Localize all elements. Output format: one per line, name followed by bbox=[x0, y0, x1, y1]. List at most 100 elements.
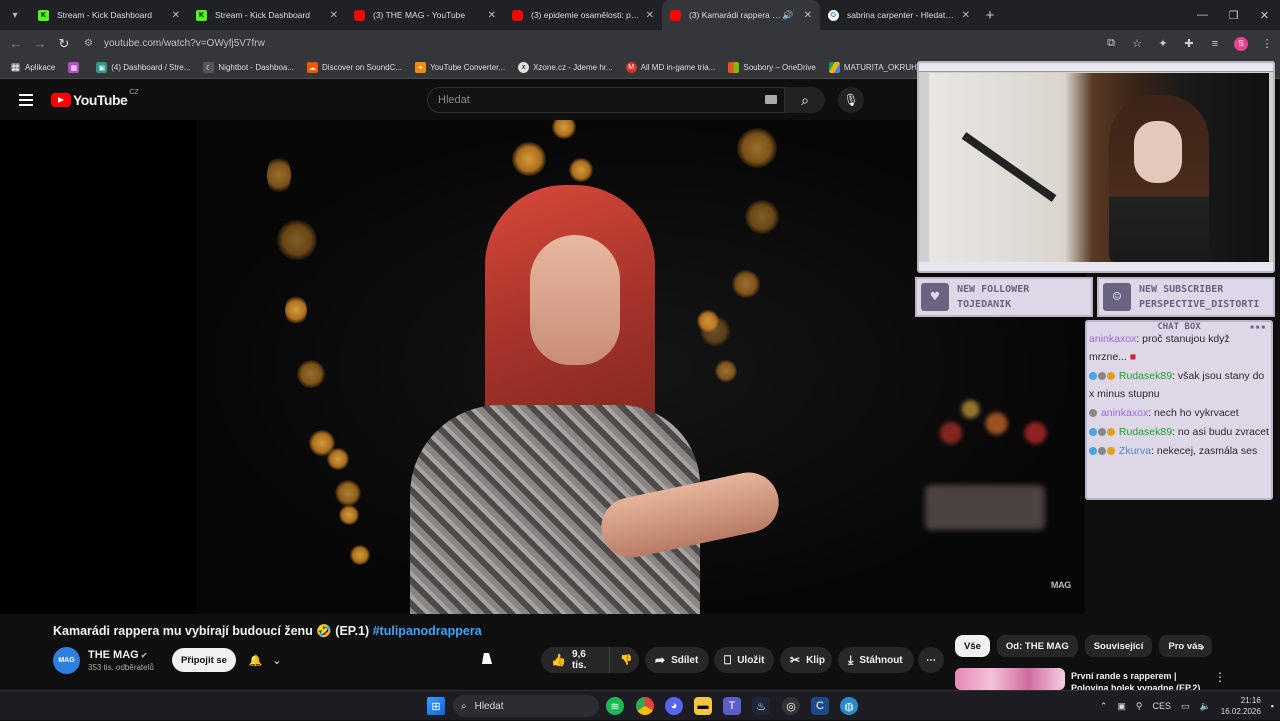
network-icon[interactable]: ▭ bbox=[1181, 701, 1190, 712]
close-icon[interactable]: ✕ bbox=[172, 10, 180, 21]
bookmark-all-md[interactable]: M All MD in-game tria... bbox=[625, 62, 715, 73]
bookmark-apps[interactable]: ▦ Aplikace bbox=[10, 62, 55, 73]
tab-kamaradi-rappera[interactable]: (3) Kamarádi rappera mu vy 🔊 ✕ bbox=[662, 0, 820, 30]
tab-kick-dashboard-2[interactable]: K Stream - Kick Dashboard ✕ bbox=[188, 0, 346, 30]
minimize-icon[interactable]: — bbox=[1187, 0, 1218, 30]
bookmark-maturita[interactable]: MATURITA_OKRUH... bbox=[828, 62, 924, 73]
bookmark-star-icon[interactable]: ☆ bbox=[1124, 37, 1150, 50]
tab-search-chevron-icon[interactable]: ▾ bbox=[0, 0, 30, 30]
chip-related[interactable]: Související bbox=[1084, 635, 1153, 657]
teams-icon[interactable]: T bbox=[723, 697, 741, 715]
windows-start-icon[interactable]: ⊞ bbox=[427, 697, 445, 715]
hashtag-link[interactable]: #tulipanodrappera bbox=[373, 624, 482, 638]
system-clock[interactable]: 21:16 16.02.2026 bbox=[1221, 695, 1261, 717]
maximize-icon[interactable]: ❐ bbox=[1218, 0, 1249, 30]
notification-icon[interactable]: ▪ bbox=[1271, 701, 1274, 711]
subscriber-count: 353 tis. odběratelů bbox=[88, 663, 154, 672]
bookmark-apps-grid[interactable]: ▦ bbox=[68, 62, 83, 73]
notification-bell-button[interactable]: 🔔 ⌄ bbox=[240, 648, 290, 672]
recommended-video[interactable]: První rande s rapperem | Polovina holek … bbox=[955, 668, 1235, 693]
obs-icon[interactable]: ◎ bbox=[782, 697, 800, 715]
channel-info[interactable]: MAG THE MAG ✔ 353 tis. odběratelů bbox=[53, 647, 154, 674]
mask-emote-icon: ■ bbox=[1129, 351, 1137, 363]
close-icon[interactable]: ✕ bbox=[962, 10, 970, 21]
bookmark-dashboard[interactable]: ▣ (4) Dashboard / Stre... bbox=[96, 62, 190, 73]
recommended-thumbnail[interactable] bbox=[955, 668, 1065, 690]
chat-message: Rudasek89: však jsou stany do x minus st… bbox=[1089, 367, 1269, 403]
chevron-right-icon[interactable]: › bbox=[1200, 638, 1205, 654]
like-button[interactable]: 👍 9,6 tis. bbox=[541, 647, 609, 673]
dislike-button[interactable]: 👎 bbox=[609, 647, 639, 673]
steam-icon[interactable]: ♨ bbox=[752, 697, 770, 715]
more-actions-button[interactable]: ⋯ bbox=[918, 647, 944, 673]
profile-avatar[interactable]: S bbox=[1234, 36, 1248, 51]
youtube-header: YouTube CZ Hledat ⌕ 🎙 bbox=[0, 80, 915, 120]
channel-avatar[interactable]: MAG bbox=[53, 647, 80, 674]
ccleaner-icon[interactable]: C bbox=[811, 697, 829, 715]
bookmark-nightbot[interactable]: ☾ Nightbot - Dashboa... bbox=[203, 62, 294, 73]
volume-icon[interactable]: 🔈 bbox=[1200, 701, 1211, 712]
chip-all[interactable]: Vše bbox=[955, 635, 990, 657]
youtube-logo[interactable]: YouTube CZ bbox=[51, 89, 139, 108]
file-explorer-icon[interactable]: ▬ bbox=[694, 697, 712, 715]
drive-icon bbox=[828, 62, 840, 73]
site-settings-icon[interactable]: ⚙ bbox=[84, 38, 104, 49]
logo-wordmark: YouTube bbox=[73, 92, 128, 108]
clip-button[interactable]: ✂ Klip bbox=[780, 647, 832, 673]
chip-from-the-mag[interactable]: Od: THE MAG bbox=[996, 635, 1078, 657]
location-icon[interactable]: ⚲ bbox=[1136, 701, 1143, 712]
tab-epidemie-osamelosti[interactable]: (3) epidemie osamělosti: proč s ✕ bbox=[504, 0, 662, 30]
omnibox[interactable]: ⚙ youtube.com/watch?v=OWyfj5V7frw bbox=[84, 33, 1084, 54]
alert-username: PERSPECTIVE_DISTORTI bbox=[1139, 299, 1260, 310]
tab-sabrina-carpenter-google[interactable]: G sabrina carpenter - Hledat Goo ✕ bbox=[820, 0, 978, 30]
tulip-decoration bbox=[925, 395, 1055, 490]
bookmark-youtube-converter[interactable]: ✦ YouTube Converter... bbox=[415, 62, 505, 73]
bookmark-onedrive[interactable]: Soubory – OneDrive bbox=[728, 62, 816, 73]
close-icon[interactable]: ✕ bbox=[804, 10, 812, 21]
app-icon[interactable]: ◍ bbox=[840, 697, 858, 715]
extension-icon[interactable]: ✦ bbox=[1150, 37, 1176, 50]
speaker-icon[interactable]: 🔊 bbox=[782, 10, 793, 21]
install-app-icon[interactable]: ⧉ bbox=[1098, 37, 1124, 50]
browser-menu-icon[interactable]: ⋮ bbox=[1254, 37, 1280, 50]
bookmark-xzone[interactable]: x Xzone.cz - Jdeme hr... bbox=[518, 62, 613, 73]
save-button[interactable]: ⎕ Uložit bbox=[714, 647, 774, 673]
tray-app-icon[interactable]: ▣ bbox=[1117, 701, 1126, 712]
hamburger-menu-icon[interactable] bbox=[19, 94, 33, 109]
tab-the-mag-youtube[interactable]: (3) THE MAG - YouTube ✕ bbox=[346, 0, 504, 30]
discord-icon[interactable]: ◕ bbox=[665, 697, 683, 715]
bookmark-label: Nightbot - Dashboa... bbox=[218, 63, 295, 72]
search-input[interactable]: Hledat bbox=[427, 87, 785, 113]
share-button[interactable]: ➦ Sdílet bbox=[645, 647, 709, 673]
channel-name[interactable]: THE MAG bbox=[88, 649, 139, 661]
window-close-icon[interactable]: ✕ bbox=[1249, 0, 1280, 30]
tab-kick-dashboard-1[interactable]: K Stream - Kick Dashboard ✕ bbox=[30, 0, 188, 30]
more-vertical-icon[interactable]: ⋮ bbox=[1214, 670, 1226, 684]
download-button[interactable]: ⤓ Stáhnout bbox=[838, 647, 914, 673]
search-button[interactable]: ⌕ bbox=[785, 87, 825, 113]
verified-check-icon: ✔ bbox=[140, 651, 148, 660]
chrome-icon[interactable] bbox=[636, 697, 654, 715]
forward-arrow-icon[interactable]: → bbox=[28, 36, 52, 51]
media-control-icon[interactable]: ≡ bbox=[1202, 38, 1228, 50]
tab-title: (3) Kamarádi rappera mu vy bbox=[689, 10, 782, 20]
spotify-icon[interactable]: ≋ bbox=[606, 697, 624, 715]
close-icon[interactable]: ✕ bbox=[646, 10, 654, 21]
tray-chevron-up-icon[interactable]: ⌃ bbox=[1100, 701, 1108, 712]
extensions-puzzle-icon[interactable]: ✚ bbox=[1176, 37, 1202, 50]
chat-username: aninkaxox bbox=[1089, 333, 1137, 345]
back-arrow-icon[interactable]: ← bbox=[4, 36, 28, 51]
bookmark-label: Aplikace bbox=[25, 63, 56, 72]
close-icon[interactable]: ✕ bbox=[488, 10, 496, 21]
taskbar-search[interactable]: ⌕ Hledat bbox=[453, 695, 599, 717]
share-arrow-icon: ➦ bbox=[655, 653, 666, 667]
voice-search-mic-icon[interactable]: 🎙 bbox=[838, 87, 864, 113]
close-icon[interactable]: ✕ bbox=[330, 10, 338, 21]
bookmark-soundcloud[interactable]: ☁ Discover on SoundC... bbox=[307, 62, 402, 73]
reload-icon[interactable]: ↻ bbox=[52, 36, 76, 52]
page-scrollbar[interactable] bbox=[1275, 80, 1280, 690]
new-tab-plus-icon[interactable]: + bbox=[978, 3, 1002, 27]
keyboard-language[interactable]: CES bbox=[1153, 701, 1172, 711]
join-button[interactable]: Připojit se bbox=[172, 648, 236, 672]
keyboard-icon[interactable] bbox=[765, 95, 777, 104]
